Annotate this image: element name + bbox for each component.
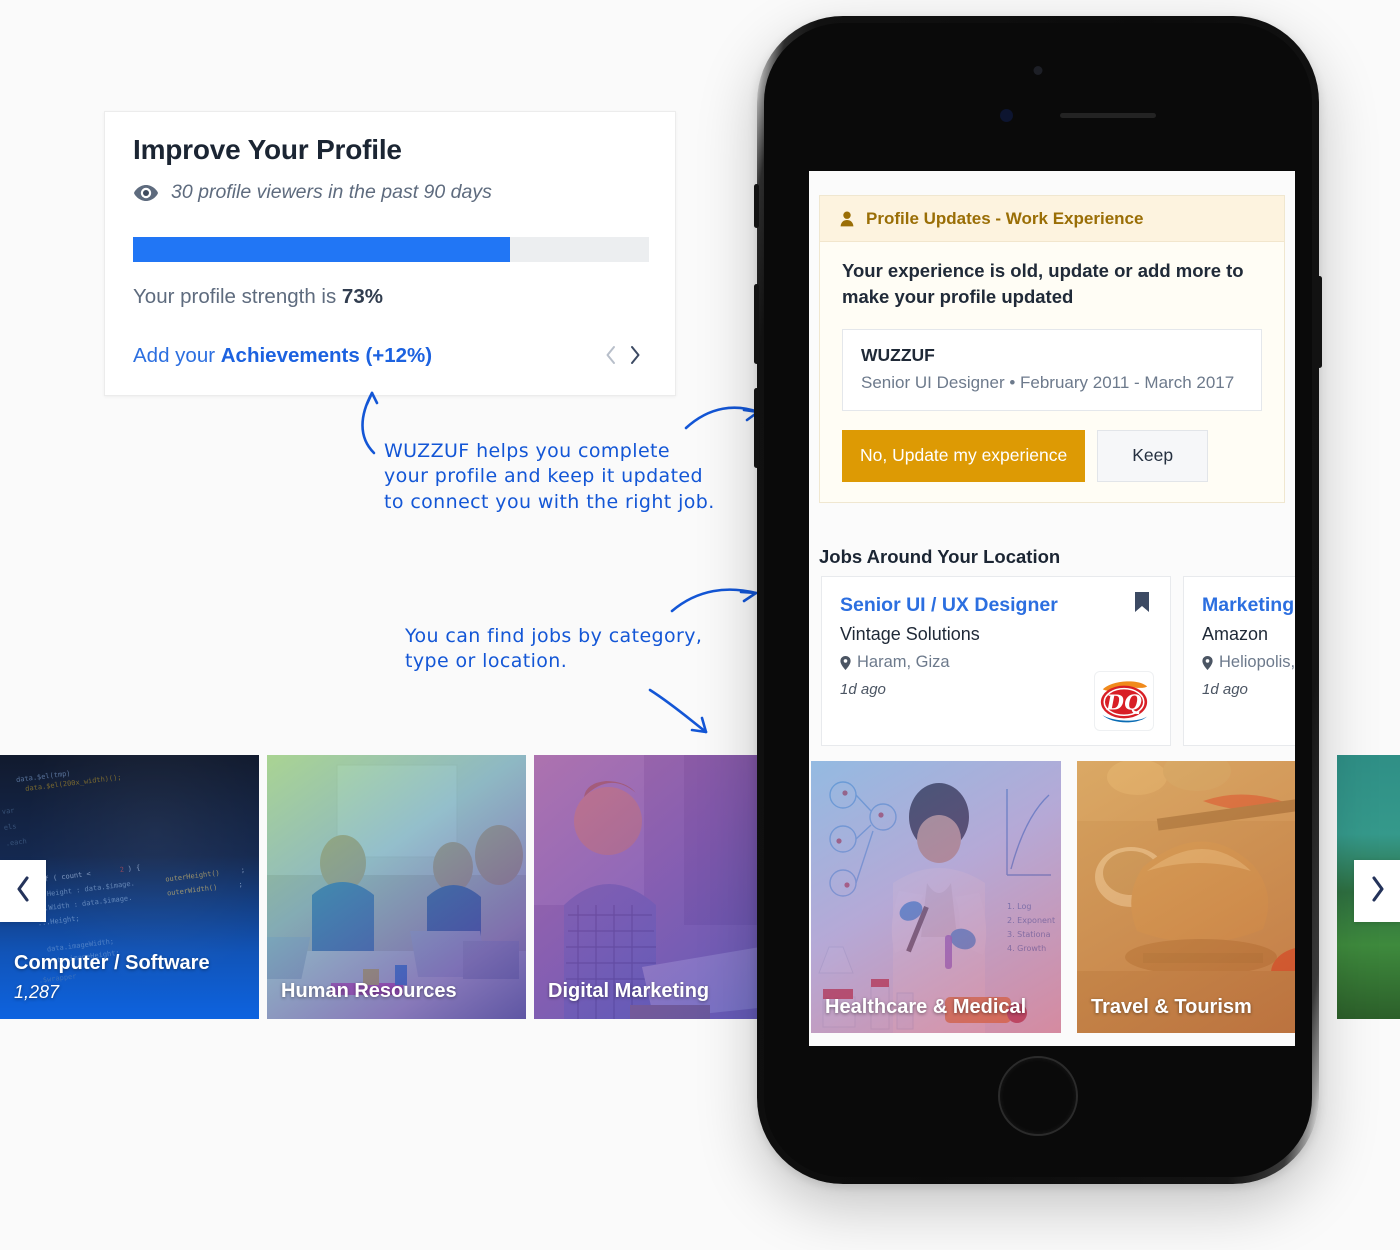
chevron-left-icon (15, 875, 32, 908)
screenshot-root: Improve Your Profile 30 profile viewers … (0, 0, 1400, 1250)
profile-viewers-row: 30 profile viewers in the past 90 days (133, 181, 492, 204)
job-company: Amazon (1202, 624, 1269, 644)
job-title[interactable]: Senior UI / UX Designer (840, 594, 1058, 617)
carousel-prev-button[interactable] (0, 860, 46, 922)
svg-text:var: var (1, 807, 15, 816)
profile-strength-progressbar (133, 237, 649, 262)
arrow-to-phone-profile (684, 406, 760, 430)
chevron-right-icon[interactable] (629, 345, 641, 365)
svg-text:) {: ) { (127, 864, 141, 873)
profile-updates-title: Profile Updates - Work Experience (866, 208, 1144, 228)
category-label: Computer / Software (14, 952, 210, 974)
arrow-to-category-strip (648, 688, 708, 734)
proximity-sensor-icon (1000, 109, 1013, 122)
category-card-digital-marketing[interactable]: Digital Marketing (534, 755, 793, 1019)
svg-text:outerWidth(): outerWidth() (167, 883, 218, 897)
category-label: Travel & Tourism (1091, 996, 1252, 1018)
profile-updates-message: Your experience is old, update or add mo… (842, 260, 1244, 308)
category-card-human-resources[interactable]: Human Resources (267, 755, 526, 1019)
dq-logo-icon: DQ (1100, 681, 1148, 723)
profile-updates-card: Profile Updates - Work Experience Your e… (819, 195, 1285, 503)
map-pin-icon (1202, 655, 1213, 670)
category-count: 1,287 (14, 982, 60, 1002)
svg-text:;: ; (240, 866, 245, 874)
earpiece-speaker (1060, 113, 1156, 118)
chevron-left-icon[interactable] (605, 345, 617, 365)
person-icon (840, 211, 854, 227)
annotation-categories-text: You can find jobs by category, type or l… (405, 625, 703, 673)
job-card[interactable]: Marketing Amazon Heliopolis, C 1d ago (1183, 576, 1295, 746)
svg-text:els: els (3, 822, 17, 831)
profile-strength-prefix: Your profile strength is (133, 285, 342, 308)
add-achievements-highlight: Achievements (+12%) (220, 344, 433, 367)
profile-updates-actions: No, Update my experience Keep (842, 429, 1262, 482)
chevron-right-icon (1369, 875, 1386, 908)
work-experience-item: WUZZUF Senior UI Designer • February 201… (842, 328, 1262, 411)
front-camera-icon (1033, 66, 1043, 75)
profile-suggestion-nav (605, 345, 641, 365)
svg-text:2: 2 (119, 866, 124, 874)
svg-text:;: ; (238, 880, 243, 888)
category-card-healthcare-medical[interactable]: 1. Log 2. Exponent 3. Stationa 4. Growth (811, 761, 1061, 1033)
keep-experience-button[interactable]: Keep (1097, 429, 1209, 482)
category-card-travel-tourism[interactable]: Travel & Tourism (1077, 761, 1295, 1033)
arrow-to-phone-jobs (670, 588, 758, 613)
category-label: Digital Marketing (548, 980, 710, 1002)
update-experience-button[interactable]: No, Update my experience (842, 429, 1086, 482)
profile-strength-fill (133, 237, 510, 262)
bookmark-icon[interactable] (1134, 591, 1150, 613)
phone-volume-down-button[interactable] (754, 388, 759, 468)
phone-mute-switch[interactable] (754, 184, 759, 228)
add-achievements-link[interactable]: Add your Achievements (+12%) (133, 344, 432, 368)
category-image (1077, 761, 1295, 1033)
job-location: Haram, Giza (840, 653, 950, 672)
job-posted-time: 1d ago (1202, 681, 1248, 698)
phone-bezel: Profile Updates - Work Experience Your e… (764, 23, 1312, 1177)
annotation-profile-text: WUZZUF helps you complete your profile a… (384, 440, 715, 513)
svg-text:outerHeight(): outerHeight() (165, 869, 220, 884)
profile-strength-value: 73% (341, 285, 383, 308)
improve-profile-card: Improve Your Profile 30 profile viewers … (104, 111, 676, 396)
jobs-section-title: Jobs Around Your Location (819, 546, 1061, 567)
job-location-text: Heliopolis, C (1219, 653, 1295, 671)
phone-power-button[interactable] (1317, 276, 1322, 368)
eye-icon (133, 184, 159, 202)
job-location-text: Haram, Giza (857, 653, 950, 671)
carousel-next-button[interactable] (1354, 860, 1400, 922)
experience-detail: Senior UI Designer • February 2011 - Mar… (861, 372, 1235, 392)
job-location: Heliopolis, C (1202, 653, 1295, 672)
experience-company: WUZZUF (861, 344, 935, 365)
profile-strength-label: Your profile strength is 73% (133, 285, 383, 309)
job-posted-time: 1d ago (840, 681, 886, 698)
phone-screen: Profile Updates - Work Experience Your e… (809, 171, 1295, 1046)
svg-text:if ( count <: if ( count < (40, 870, 91, 884)
profile-viewers-text: 30 profile viewers in the past 90 days (171, 181, 492, 203)
svg-text:DQ: DQ (1105, 691, 1142, 715)
svg-text:.each: .each (5, 837, 27, 848)
category-image: 1. Log 2. Exponent 3. Stationa 4. Growth (811, 761, 1061, 1033)
page-title: Improve Your Profile (133, 134, 402, 165)
profile-updates-body: Your experience is old, update or add mo… (820, 242, 1284, 502)
home-button[interactable] (998, 1056, 1078, 1136)
category-label: Healthcare & Medical (825, 996, 1027, 1018)
add-achievements-prefix: Add your (133, 344, 221, 367)
job-card[interactable]: Senior UI / UX Designer Vintage Solution… (821, 576, 1171, 746)
phone-mockup: Profile Updates - Work Experience Your e… (754, 16, 1322, 1184)
job-company: Vintage Solutions (840, 624, 980, 644)
phone-volume-up-button[interactable] (754, 284, 759, 364)
category-label: Human Resources (281, 980, 457, 1002)
map-pin-icon (840, 655, 851, 670)
job-title[interactable]: Marketing (1202, 594, 1294, 617)
profile-updates-header: Profile Updates - Work Experience (820, 196, 1284, 242)
company-logo: DQ (1094, 671, 1154, 731)
